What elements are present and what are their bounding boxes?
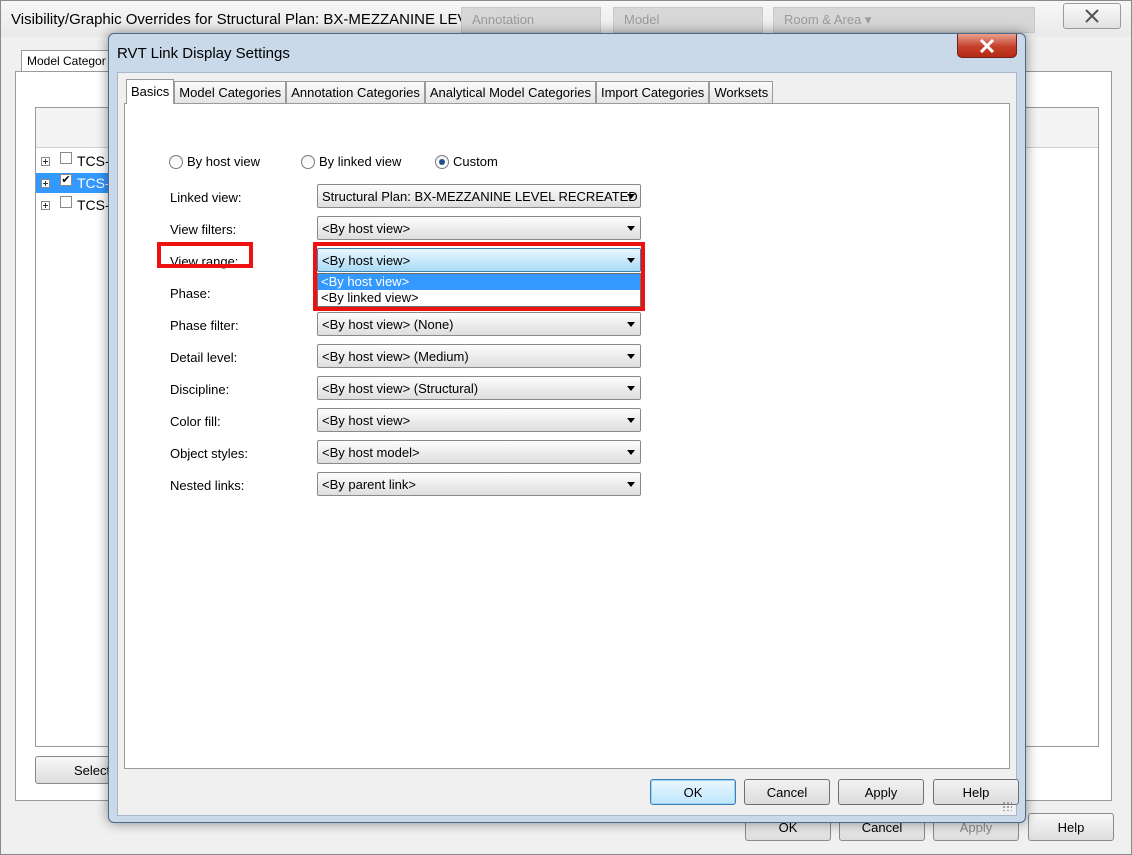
discipline-label: Discipline:	[170, 382, 230, 397]
ok-button[interactable]: OK	[650, 779, 736, 805]
radio-label: By host view	[187, 154, 260, 169]
cancel-button[interactable]: Cancel	[744, 779, 830, 805]
resize-grip-icon[interactable]	[1002, 801, 1012, 811]
nested-links-label: Nested links:	[170, 478, 245, 493]
chevron-down-icon	[627, 322, 635, 327]
expand-icon[interactable]	[41, 178, 50, 188]
radio-icon	[169, 154, 183, 169]
view-filters-value: <By host view>	[322, 221, 411, 236]
chevron-down-icon	[627, 450, 635, 455]
expand-icon[interactable]	[41, 156, 50, 166]
detail-level-value: <By host view> (Medium)	[322, 349, 469, 364]
linked-view-value: Structural Plan: BX-MEZZANINE LEVEL RECR…	[322, 189, 638, 204]
tab-model-categories[interactable]: Model Categories	[174, 81, 287, 103]
rvt-link-display-settings-dialog: RVT Link Display Settings Basics Model C…	[108, 33, 1026, 823]
radio-label: By linked view	[319, 154, 402, 169]
tab-basics[interactable]: Basics	[126, 79, 175, 104]
color-fill-label: Color fill:	[170, 414, 221, 429]
close-icon	[979, 38, 995, 53]
linked-view-label: Linked view:	[170, 190, 242, 205]
detail-level-dropdown[interactable]: <By host view> (Medium)	[317, 344, 641, 368]
nested-links-value: <By parent link>	[322, 477, 416, 492]
radio-icon	[301, 154, 315, 169]
tab-analytical-model-categories[interactable]: Analytical Model Categories	[424, 81, 596, 103]
parent-close-button[interactable]	[1063, 3, 1121, 29]
tab-import-categories[interactable]: Import Categories	[595, 81, 710, 103]
parent-help-button[interactable]: Help	[1028, 813, 1114, 841]
chevron-down-icon	[627, 354, 635, 359]
view-filters-label: View filters:	[170, 222, 237, 237]
phase-filter-dropdown[interactable]: <By host view> (None)	[317, 312, 641, 336]
phase-label: Phase:	[170, 286, 211, 301]
chevron-down-icon	[627, 194, 635, 199]
radio-custom[interactable]: Custom	[435, 154, 498, 169]
view-filters-dropdown[interactable]: <By host view>	[317, 216, 641, 240]
tree-checkbox-checked[interactable]: ✔	[60, 174, 72, 186]
ghost-ribbon-tab: Model	[613, 7, 763, 33]
parent-titlebar: Visibility/Graphic Overrides for Structu…	[1, 1, 1131, 37]
tab-annotation-categories[interactable]: Annotation Categories	[286, 81, 425, 103]
apply-button[interactable]: Apply	[838, 779, 924, 805]
chevron-down-icon	[627, 386, 635, 391]
basics-panel: By host view By linked view Custom Linke…	[124, 103, 1010, 769]
color-fill-value: <By host view>	[322, 413, 411, 428]
view-range-label-highlight	[157, 242, 253, 268]
ghost-ribbon-tab: Annotation	[461, 7, 601, 33]
dialog-close-button[interactable]	[957, 34, 1017, 58]
discipline-dropdown[interactable]: <By host view> (Structural)	[317, 376, 641, 400]
tab-worksets[interactable]: Worksets	[709, 81, 774, 103]
radio-by-linked-view[interactable]: By linked view	[301, 154, 401, 169]
object-styles-label: Object styles:	[170, 446, 249, 461]
chevron-down-icon	[627, 482, 635, 487]
radio-label: Custom	[453, 154, 498, 169]
chevron-down-icon	[627, 226, 635, 231]
discipline-value: <By host view> (Structural)	[322, 381, 479, 396]
chevron-down-icon	[627, 418, 635, 423]
parent-window-title: Visibility/Graphic Overrides for Structu…	[11, 11, 525, 28]
radio-by-host-view[interactable]: By host view	[169, 154, 260, 169]
nested-links-dropdown[interactable]: <By parent link>	[317, 472, 641, 496]
view-range-dropdown-highlight	[313, 242, 645, 311]
radio-selected-icon	[435, 154, 449, 169]
close-icon	[1085, 9, 1099, 23]
tree-checkbox[interactable]	[60, 196, 72, 208]
phase-filter-label: Phase filter:	[170, 318, 239, 333]
expand-icon[interactable]	[41, 200, 50, 210]
object-styles-dropdown[interactable]: <By host model>	[317, 440, 641, 464]
detail-level-label: Detail level:	[170, 350, 238, 365]
tree-row-label: TCS-	[77, 197, 110, 213]
dialog-title: RVT Link Display Settings	[117, 45, 290, 62]
phase-filter-value: <By host view> (None)	[322, 317, 454, 332]
tree-row-label: TCS-	[77, 175, 110, 191]
object-styles-value: <By host model>	[322, 445, 420, 460]
ghost-ribbon-tab: Room & Area ▾	[773, 7, 1035, 33]
color-fill-dropdown[interactable]: <By host view>	[317, 408, 641, 432]
tree-row-label: TCS-	[77, 153, 110, 169]
dialog-body: Basics Model Categories Annotation Categ…	[117, 72, 1019, 816]
linked-view-dropdown[interactable]: Structural Plan: BX-MEZZANINE LEVEL RECR…	[317, 184, 641, 208]
parent-tab-model-categories[interactable]: Model Categor	[21, 50, 113, 72]
tab-strip: Basics Model Categories Annotation Categ…	[126, 79, 774, 104]
tree-checkbox[interactable]	[60, 152, 72, 164]
